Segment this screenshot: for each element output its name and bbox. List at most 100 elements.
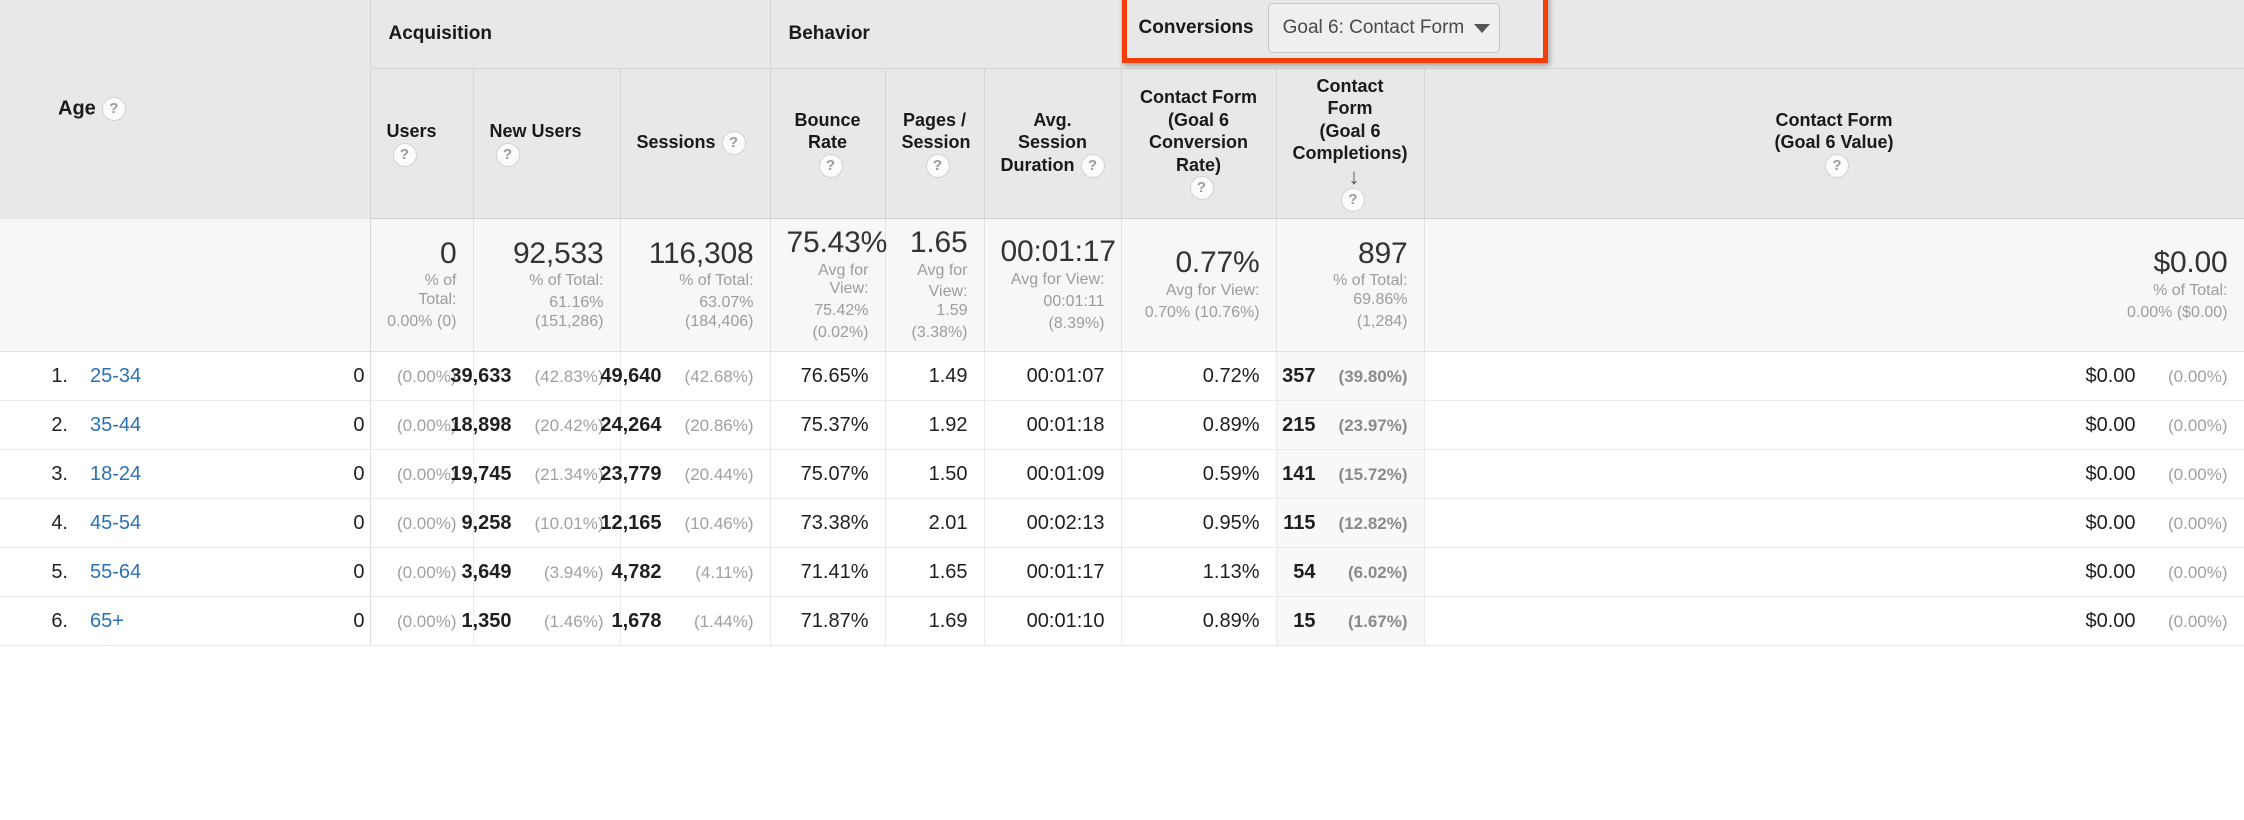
cell-sessions-value: 49,640 — [600, 364, 662, 387]
cell-goal6-completions-percent: (6.02%) — [1347, 562, 1408, 582]
cell-goal6-completions-percent: (1.67%) — [1347, 611, 1408, 631]
question-mark-icon[interactable]: ? — [1189, 176, 1214, 201]
summary-sub1-sessions: % of Total: — [679, 272, 754, 290]
cell-users-value: 0 — [353, 511, 365, 534]
column-header-sessions[interactable]: Sessions? — [620, 68, 771, 219]
column-header-new-users[interactable]: New Users? — [473, 68, 621, 219]
cell-goal6-conversion-rate-value: 0.89% — [1202, 609, 1260, 632]
dimension-header-label: Age — [58, 97, 96, 120]
cell-avg-session-duration-value: 00:01:17 — [1026, 560, 1105, 583]
question-mark-icon[interactable]: ? — [721, 131, 746, 156]
cell-sessions: 49,640 (42.68%) — [600, 351, 771, 401]
cell-goal6-value-value: $0.00 — [2085, 609, 2136, 632]
table-row: 4. 45-54 0 (0.00%) 9,258 (10.01%) 12,165 (10.46… — [0, 498, 2244, 548]
column-header-users[interactable]: Users? — [370, 68, 474, 219]
cell-bounce-rate: 76.65% — [770, 351, 886, 401]
column-header-goal6-completions[interactable]: Contact Form (Goal 6 Completions)↓ ? — [1276, 68, 1425, 219]
cell-sessions-percent: (42.68%) — [684, 366, 754, 386]
row-dimension-link[interactable]: 55-64 — [90, 561, 141, 583]
column-header-goal6-conversion-rate-line3: Conversion Rate) — [1149, 132, 1249, 175]
cell-bounce-rate: 71.87% — [770, 596, 886, 646]
summary-value-new-users: 92,533 — [512, 236, 604, 270]
row-dimension-link[interactable]: 18-24 — [90, 463, 141, 485]
cell-goal6-completions-value: 141 — [1282, 462, 1316, 485]
goal-selector-value: Goal 6: Contact Form — [1282, 17, 1465, 38]
cell-new-users-value: 39,633 — [450, 364, 512, 387]
summary-dimension-blank — [0, 218, 371, 352]
column-header-bounce-rate-label: Bounce Rate — [794, 109, 861, 153]
cell-sessions: 4,782 (4.11%) — [611, 547, 771, 597]
column-header-goal6-value[interactable]: Contact Form (Goal 6 Value) ? — [1424, 68, 2244, 219]
cell-sessions-value: 23,779 — [600, 462, 662, 485]
row-dimension-link[interactable]: 45-54 — [90, 512, 141, 534]
cell-avg-session-duration: 00:01:10 — [984, 596, 1122, 646]
cell-sessions: 24,264 (20.86%) — [600, 400, 771, 450]
cell-users: 0 (0.00%) — [353, 498, 474, 548]
cell-goal6-value-percent: (0.00%) — [2168, 415, 2228, 435]
cell-goal6-value: $0.00 (0.00%) — [1424, 498, 2244, 548]
column-header-goal6-conversion-rate-line2: (Goal 6 — [1168, 109, 1230, 130]
cell-goal6-value-value: $0.00 — [2085, 364, 2136, 387]
group-label-acquisition: Acquisition — [388, 22, 492, 44]
cell-new-users-value: 18,898 — [450, 413, 512, 436]
cell-pages-session-value: 1.65 — [928, 560, 968, 583]
summary-sub2-bounce-rate: 75.42% — [814, 302, 869, 320]
row-index: 4. — [51, 511, 68, 534]
cell-goal6-conversion-rate: 0.89% — [1121, 596, 1277, 646]
goal-selector-dropdown[interactable]: Goal 6: Contact Form — [1267, 3, 1500, 53]
summary-sub3-pages-session: (3.38%) — [911, 324, 968, 342]
summary-sub1-users: % of Total: — [418, 272, 457, 309]
column-header-goal6-conversion-rate[interactable]: Contact Form (Goal 6 Conversion Rate) ? — [1121, 68, 1277, 219]
question-mark-icon[interactable]: ? — [818, 153, 843, 178]
question-mark-icon[interactable]: ? — [101, 97, 126, 122]
row-dimension-link[interactable]: 35-44 — [90, 414, 141, 436]
summary-value-avg-session-duration: 00:01:17 — [1000, 235, 1116, 269]
cell-users-value: 0 — [353, 462, 365, 485]
cell-avg-session-duration: 00:01:18 — [984, 400, 1122, 450]
summary-sub2-users: 0.00% (0) — [387, 313, 457, 331]
column-header-users-label: Users — [386, 120, 437, 141]
cell-goal6-completions: 141 (15.72%) — [1276, 449, 1425, 499]
cell-new-users: 39,633 (42.83%) — [450, 351, 621, 401]
column-header-pages-session[interactable]: Pages / Session ? — [885, 68, 985, 219]
cell-goal6-value-percent: (0.00%) — [2168, 464, 2228, 484]
group-header-row: Age? Acquisition Behavior Conversions Go… — [0, 0, 2244, 219]
cell-goal6-value: $0.00 (0.00%) — [1424, 449, 2244, 499]
summary-cell-goal6-value: $0.00 % of Total: 0.00% ($0.00) — [1424, 218, 2244, 352]
summary-sub1-avg-session-duration: Avg for View: — [1010, 270, 1105, 288]
summary-cell-goal6-completions: 897 % of Total: 69.86% (1,284) — [1276, 218, 1425, 352]
column-header-goal6-value-line1: Contact Form — [1775, 109, 1893, 130]
sort-descending-arrow-icon[interactable]: ↓ — [1349, 165, 1360, 188]
cell-users-value: 0 — [353, 609, 365, 632]
cell-bounce-rate: 75.37% — [770, 400, 886, 450]
summary-sub1-goal6-conversion-rate: Avg for View: — [1165, 281, 1260, 299]
cell-goal6-completions: 115 (12.82%) — [1276, 498, 1425, 548]
question-mark-icon[interactable]: ? — [495, 142, 520, 167]
cell-sessions: 1,678 (1.44%) — [611, 596, 771, 646]
cell-users-value: 0 — [353, 413, 365, 436]
summary-sub3-bounce-rate: (0.02%) — [812, 324, 869, 342]
column-header-bounce-rate[interactable]: Bounce Rate ? — [770, 68, 886, 219]
row-dimension-link[interactable]: 65+ — [90, 610, 124, 632]
cell-sessions: 12,165 (10.46%) — [600, 498, 771, 548]
question-mark-icon[interactable]: ? — [925, 153, 950, 178]
question-mark-icon[interactable]: ? — [392, 142, 417, 167]
cell-pages-session: 1.92 — [885, 400, 985, 450]
cell-bounce-rate: 73.38% — [770, 498, 886, 548]
summary-value-goal6-conversion-rate: 0.77% — [1175, 246, 1260, 280]
column-header-avg-session-duration[interactable]: Avg. Session Duration? — [984, 68, 1122, 219]
cell-users-value: 0 — [353, 364, 365, 387]
question-mark-icon[interactable]: ? — [1825, 153, 1850, 178]
summary-sub1-goal6-value: % of Total: — [2153, 281, 2228, 299]
cell-avg-session-duration-value: 00:01:10 — [1026, 609, 1105, 632]
summary-value-bounce-rate: 75.43% — [786, 226, 888, 259]
row-dimension-link[interactable]: 25-34 — [90, 365, 141, 387]
question-mark-icon[interactable]: ? — [1341, 188, 1366, 212]
question-mark-icon[interactable]: ? — [1080, 153, 1105, 178]
column-header-avg-session-duration-line1: Avg. Session — [1018, 109, 1088, 153]
cell-new-users-percent: (20.42%) — [534, 415, 604, 435]
cell-bounce-rate-value: 75.37% — [800, 413, 869, 436]
group-header-conversions: Conversions Goal 6: Contact Form — [1121, 0, 2244, 69]
dimension-header-cell[interactable]: Age? — [0, 0, 371, 219]
summary-sub3-avg-session-duration: (8.39%) — [1048, 314, 1105, 332]
